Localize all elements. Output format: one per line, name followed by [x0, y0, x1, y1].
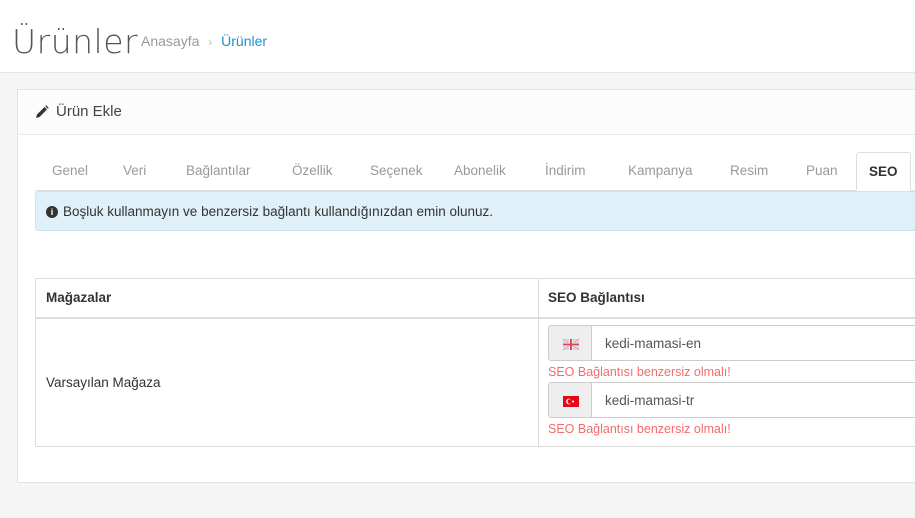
seo-link-input-en[interactable]	[591, 325, 915, 361]
breadcrumb: Anasayfa › Ürünler	[141, 33, 267, 49]
tab-puan[interactable]: Puan	[806, 152, 838, 190]
pencil-icon	[36, 105, 49, 118]
tab-baglantilar[interactable]: Bağlantılar	[186, 152, 251, 190]
column-header-seo-link: SEO Bağlantısı	[548, 290, 645, 305]
panel-title: Ürün Ekle	[56, 103, 122, 120]
tab-bar: Genel Veri Bağlantılar Özellik Seçenek A…	[35, 152, 915, 191]
info-circle-icon: i	[46, 206, 58, 218]
language-addon-tr	[548, 382, 592, 418]
tab-resim[interactable]: Resim	[730, 152, 768, 190]
table-header-row: Mağazalar SEO Bağlantısı	[36, 279, 915, 319]
page-title: Ürünler	[12, 22, 139, 61]
tr-flag-icon	[563, 396, 579, 407]
seo-input-group-tr	[548, 382, 915, 418]
seo-table: Mağazalar SEO Bağlantısı Varsayılan Mağa…	[35, 278, 915, 447]
store-name: Varsayılan Mağaza	[46, 375, 161, 390]
column-header-stores: Mağazalar	[46, 290, 112, 305]
panel-heading: Ürün Ekle	[18, 90, 915, 135]
info-alert: i Boşluk kullanmayın ve benzersiz bağlan…	[35, 191, 915, 231]
seo-error-en: SEO Bağlantısı benzersiz olmalı!	[548, 365, 731, 379]
alert-text: Boşluk kullanmayın ve benzersiz bağlantı…	[63, 204, 494, 219]
breadcrumb-home-link[interactable]: Anasayfa	[141, 33, 199, 49]
tab-ozellik[interactable]: Özellik	[292, 152, 333, 190]
tab-kampanya[interactable]: Kampanya	[628, 152, 693, 190]
page-header: Ürünler Anasayfa › Ürünler	[0, 0, 915, 73]
gb-flag-icon	[563, 339, 579, 350]
seo-input-group-en	[548, 325, 915, 361]
column-divider	[538, 279, 539, 446]
breadcrumb-current-link[interactable]: Ürünler	[221, 33, 267, 49]
breadcrumb-separator: ›	[208, 35, 213, 49]
tab-secenek[interactable]: Seçenek	[370, 152, 423, 190]
tab-genel[interactable]: Genel	[52, 152, 88, 190]
tab-indirim[interactable]: İndirim	[545, 152, 586, 190]
product-form-panel: Ürün Ekle Genel Veri Bağlantılar Özellik…	[17, 89, 915, 483]
tab-seo[interactable]: SEO	[856, 152, 911, 191]
tab-veri[interactable]: Veri	[123, 152, 146, 190]
language-addon-en	[548, 325, 592, 361]
seo-error-tr: SEO Bağlantısı benzersiz olmalı!	[548, 422, 731, 436]
tab-abonelik[interactable]: Abonelik	[454, 152, 506, 190]
seo-link-input-tr[interactable]	[591, 382, 915, 418]
